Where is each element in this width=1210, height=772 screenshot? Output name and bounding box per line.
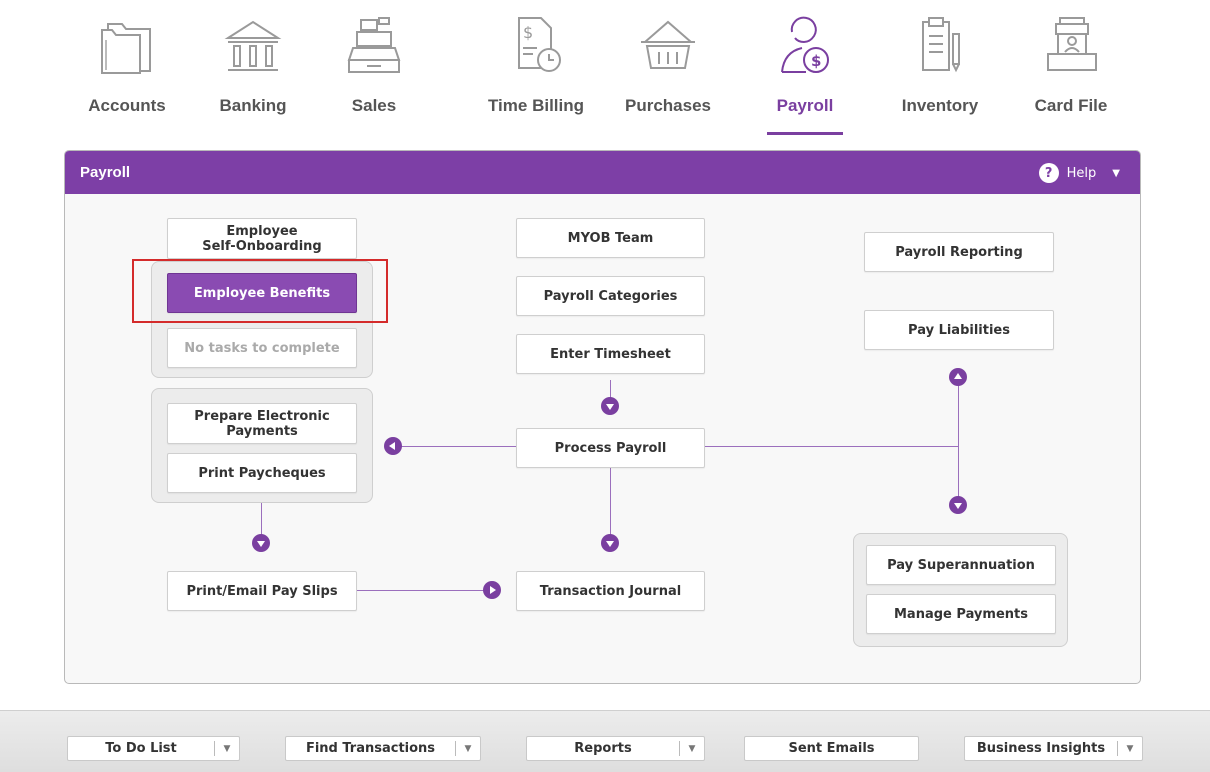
nav-label: Inventory [901,96,979,115]
help-icon: ? [1038,163,1059,183]
bottom-toolbar: To Do List ▼ Find Transactions ▼ Reports… [0,710,1210,772]
nav-label: Payroll [776,96,834,115]
nav-label: Accounts [88,96,166,115]
todo-list-label: To Do List [105,741,177,756]
nav-label: Purchases [625,96,711,115]
arrow-down-icon[interactable] [252,534,270,552]
connector-line [400,446,516,447]
inventory-clipboard-icon [922,17,960,73]
svg-text:$: $ [811,52,821,70]
arrow-up-icon[interactable] [949,368,967,386]
help-label: Help [1066,165,1097,181]
active-tab-underline [767,132,843,135]
chevron-down-icon[interactable]: ▼ [1118,744,1142,754]
nav-banking[interactable]: Banking [198,14,308,144]
svg-text:$: $ [523,23,533,42]
todo-list-button[interactable]: To Do List ▼ [67,736,240,761]
nav-payroll[interactable]: $ Payroll [750,14,860,144]
prepare-electronic-payments-button[interactable]: Prepare Electronic Payments [167,403,357,444]
panel-title: Payroll [80,164,131,181]
nav-purchases[interactable]: Purchases [613,14,723,144]
arrow-left-icon[interactable] [384,437,402,455]
nav-card-file[interactable]: Card File [1016,14,1126,144]
nav-time-billing[interactable]: $ Time Billing [480,14,592,144]
payroll-categories-button[interactable]: Payroll Categories [516,276,705,316]
find-transactions-button[interactable]: Find Transactions ▼ [285,736,481,761]
connector-line [705,446,959,447]
arrow-down-icon[interactable] [601,397,619,415]
print-email-pay-slips-button[interactable]: Print/Email Pay Slips [167,571,357,611]
connector-line [958,378,959,504]
sent-emails-button[interactable]: Sent Emails [744,736,919,761]
no-tasks-button: No tasks to complete [167,328,357,368]
business-insights-button[interactable]: Business Insights ▼ [964,736,1143,761]
process-payroll-button[interactable]: Process Payroll [516,428,705,468]
accounts-folder-icon [101,23,151,74]
nav-label: Time Billing [487,96,585,115]
module-nav: Accounts Banking Sales $ Time Billing Pu… [0,0,1210,150]
nav-label: Banking [219,96,287,115]
nav-inventory[interactable]: Inventory [885,14,995,144]
nav-sales[interactable]: Sales [319,14,429,144]
connector-line [610,466,611,542]
transaction-journal-button[interactable]: Transaction Journal [516,571,705,611]
connector-line [356,590,492,591]
help-menu[interactable]: ? Help ▼ [1038,162,1120,184]
reports-button[interactable]: Reports ▼ [526,736,705,761]
card-file-icon [1047,17,1097,71]
panel-header: Payroll ? Help ▼ [65,151,1140,194]
find-transactions-label: Find Transactions [305,741,436,756]
myob-team-button[interactable]: MYOB Team [516,218,705,258]
print-paycheques-button[interactable]: Print Paycheques [167,453,357,493]
enter-timesheet-button[interactable]: Enter Timesheet [516,334,705,374]
chevron-down-icon[interactable]: ▼ [680,744,704,754]
business-insights-label: Business Insights [976,741,1106,756]
chevron-down-icon[interactable]: ▼ [215,744,239,754]
arrow-down-icon[interactable] [949,496,967,514]
reports-label: Reports [574,741,632,756]
nav-label: Sales [351,96,397,115]
bank-icon [224,20,282,71]
nav-label: Card File [1034,96,1108,115]
employee-self-onboarding-button[interactable]: Employee Self-Onboarding [167,218,357,259]
payroll-reporting-button[interactable]: Payroll Reporting [864,232,1054,272]
arrow-right-icon[interactable] [483,581,501,599]
time-billing-icon: $ [518,17,561,72]
chevron-down-icon[interactable]: ▼ [456,744,480,754]
cash-register-icon [347,17,401,73]
payroll-person-icon: $ [781,16,829,73]
shopping-basket-icon [641,20,695,69]
pay-superannuation-button[interactable]: Pay Superannuation [866,545,1056,585]
manage-payments-button[interactable]: Manage Payments [866,594,1056,634]
chevron-down-icon: ▼ [1112,167,1120,179]
annotation-highlight-box [132,259,388,323]
arrow-down-icon[interactable] [601,534,619,552]
sent-emails-label: Sent Emails [788,741,875,756]
pay-liabilities-button[interactable]: Pay Liabilities [864,310,1054,350]
nav-accounts[interactable]: Accounts [72,14,182,144]
